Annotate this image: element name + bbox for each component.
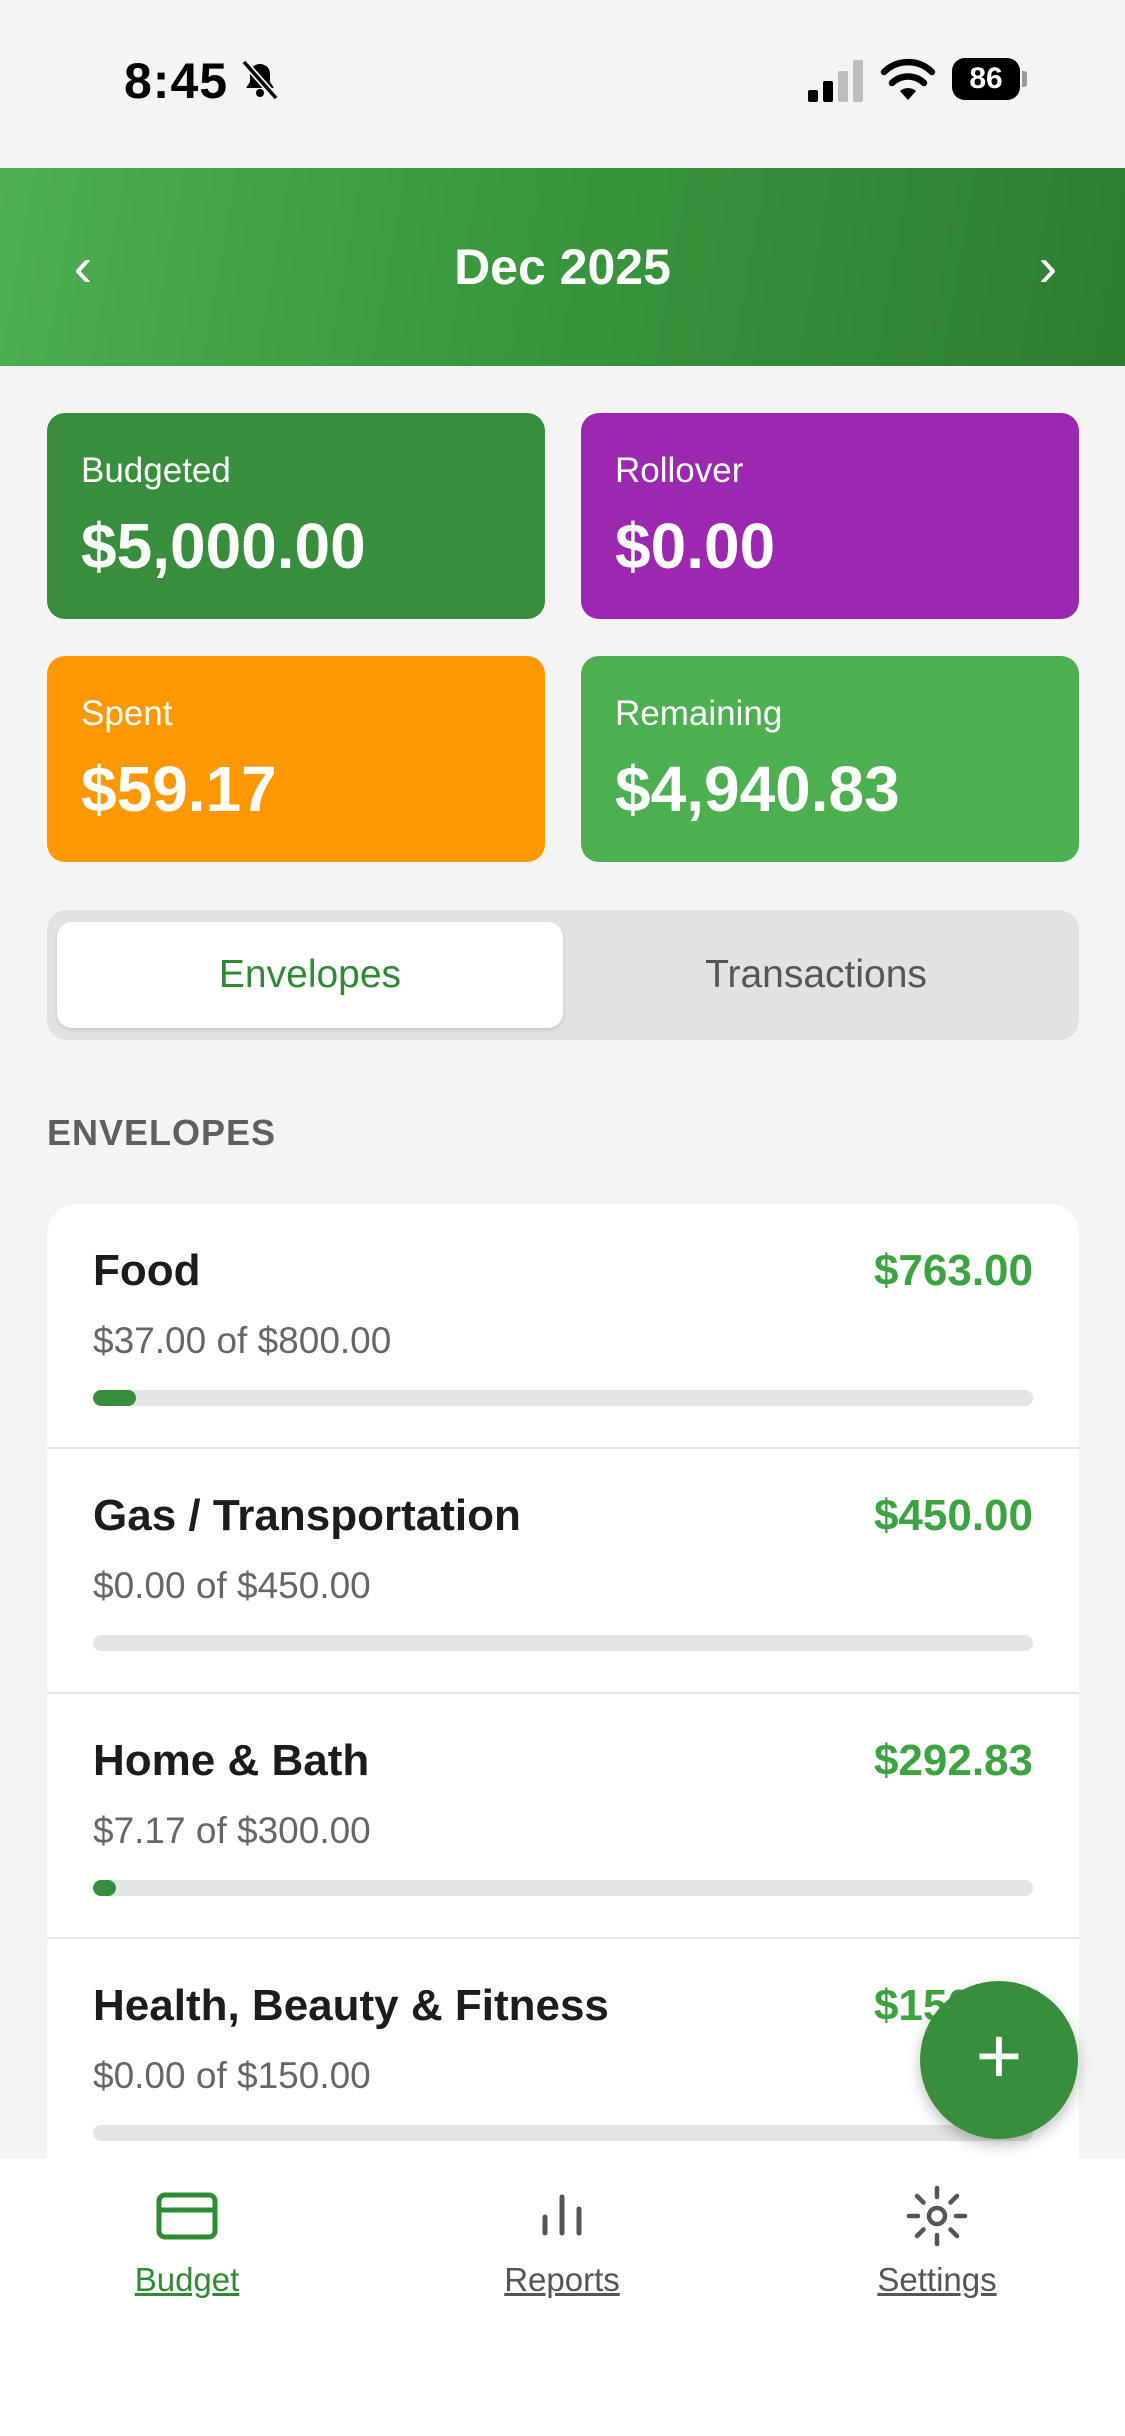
tab-transactions[interactable]: Transactions — [563, 922, 1069, 1028]
remaining-amount: $4,940.83 — [615, 753, 900, 825]
envelope-name: Home & Bath — [93, 1736, 370, 1785]
battery-icon: 86 — [952, 58, 1028, 100]
envelope-name: Gas / Transportation — [93, 1491, 521, 1540]
remaining-card: Remaining $4,940.83 — [581, 656, 1079, 862]
bar-chart-icon — [542, 2194, 582, 2236]
bell-slash-icon — [241, 59, 279, 101]
envelope-name: Health, Beauty & Fitness — [93, 1981, 609, 2030]
envelope-usage: $7.17 of $300.00 — [93, 1810, 371, 1851]
gear-icon — [906, 2185, 968, 2247]
envelope-usage: $0.00 of $450.00 — [93, 1565, 371, 1606]
month-header: Dec 2025 ‹ › — [0, 168, 1125, 366]
add-button[interactable]: + — [920, 1981, 1078, 2139]
envelope-row-gas-transportation[interactable]: Gas / Transportation $450.00 $0.00 of $4… — [47, 1449, 1079, 1694]
envelope-row-home-bath[interactable]: Home & Bath $292.83 $7.17 of $300.00 — [47, 1694, 1079, 1939]
card-icon — [156, 2192, 218, 2240]
envelope-usage: $0.00 of $150.00 — [93, 2055, 371, 2096]
budgeted-card: Budgeted $5,000.00 — [47, 413, 545, 619]
tab-reports-label: Reports — [504, 2261, 620, 2298]
view-segmented-control: Envelopes Transactions — [47, 910, 1079, 1040]
spent-amount: $59.17 — [81, 753, 277, 825]
rollover-card: Rollover $0.00 — [581, 413, 1079, 619]
envelope-remaining: $450.00 — [873, 1491, 1033, 1540]
rollover-label: Rollover — [615, 451, 744, 490]
budgeted-amount: $5,000.00 — [81, 510, 366, 582]
previous-month-button[interactable]: ‹ — [28, 168, 138, 366]
envelope-progress-bar — [93, 1880, 1033, 1896]
status-bar: 8:45 86 — [0, 0, 1125, 168]
tab-envelopes[interactable]: Envelopes — [57, 922, 563, 1028]
tab-settings-label: Settings — [877, 2261, 997, 2298]
remaining-label: Remaining — [615, 694, 783, 733]
spent-label: Spent — [81, 694, 173, 733]
tab-budget-label: Budget — [134, 2261, 240, 2298]
envelope-list: Food $763.00 $37.00 of $800.00 Gas / Tra… — [47, 1204, 1079, 2164]
battery-level: 86 — [952, 58, 1020, 100]
envelope-remaining: $763.00 — [873, 1246, 1033, 1295]
budgeted-label: Budgeted — [81, 451, 231, 490]
status-time: 8:45 — [124, 53, 229, 109]
section-title: ENVELOPES — [47, 1112, 277, 1153]
bottom-tab-bar: Budget Reports Settings — [0, 2159, 1125, 2436]
envelope-progress-bar — [93, 1635, 1033, 1651]
tab-settings[interactable]: Settings — [807, 2183, 1067, 2333]
next-month-button[interactable]: › — [993, 168, 1103, 366]
envelope-remaining: $292.83 — [873, 1736, 1033, 1785]
rollover-amount: $0.00 — [615, 510, 776, 582]
wifi-icon — [880, 58, 936, 100]
envelope-row-food[interactable]: Food $763.00 $37.00 of $800.00 — [47, 1204, 1079, 1449]
spent-card: Spent $59.17 — [47, 656, 545, 862]
envelope-progress-fill — [93, 1390, 137, 1406]
envelope-name: Food — [93, 1246, 201, 1295]
envelope-progress-bar — [93, 1390, 1033, 1406]
tab-budget[interactable]: Budget — [57, 2183, 317, 2333]
tab-reports[interactable]: Reports — [432, 2183, 692, 2333]
envelope-usage: $37.00 of $800.00 — [93, 1320, 392, 1361]
envelope-progress-bar — [93, 2125, 1033, 2141]
month-title: Dec 2025 — [454, 239, 671, 295]
envelope-progress-fill — [93, 1880, 116, 1896]
signal-icon — [808, 60, 863, 102]
